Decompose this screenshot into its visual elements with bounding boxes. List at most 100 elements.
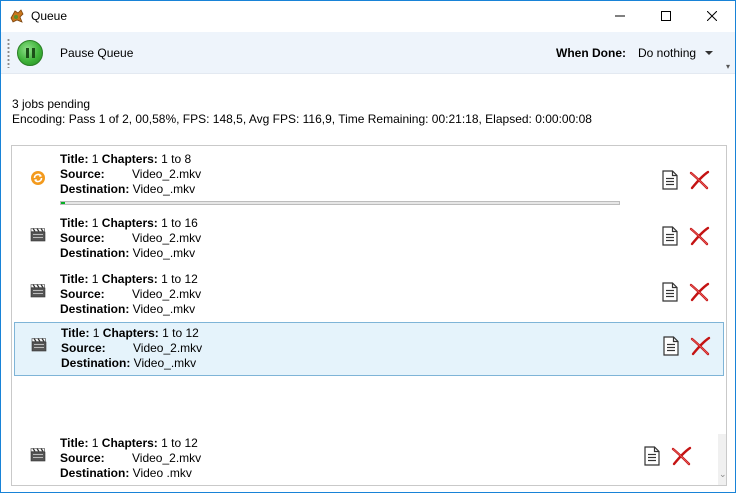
destination-label: Destination: <box>60 246 130 260</box>
toolbar-overflow-icon[interactable]: ▾ <box>726 63 730 71</box>
job-destination-line: Destination: Video_.mkv <box>60 246 195 260</box>
destination-value: Video_.mkv <box>130 356 197 370</box>
edit-job-document-icon[interactable] <box>662 282 678 302</box>
job-title-line: Title: 1 Chapters: 1 to 12 <box>61 326 199 340</box>
chapters-label: Chapters: <box>101 272 158 286</box>
when-done-label: When Done: <box>556 46 626 60</box>
destination-value: Video_.mkv <box>129 182 196 196</box>
title-value: 1 <box>89 326 103 340</box>
list-item[interactable]: Title: 1 Chapters: 1 to 12 Source: Video_2… <box>14 268 724 320</box>
chevron-down-icon[interactable] <box>705 51 713 55</box>
list-item[interactable]: Title: 1 Chapters: 1 to 12 Source: Video_2… <box>14 322 724 376</box>
job-title-line: Title: 1 Chapters: 1 to 16 <box>60 216 198 230</box>
close-button[interactable] <box>689 1 735 31</box>
clapperboard-icon <box>30 448 46 462</box>
source-label: Source: <box>60 231 105 245</box>
job-source-line: Source: Video_2.mkv <box>60 451 201 465</box>
edit-job-document-icon[interactable] <box>663 336 679 356</box>
job-destination-line: Destination: Video_.mkv <box>60 302 195 316</box>
source-label: Source: <box>61 341 106 355</box>
chapters-label: Chapters: <box>101 152 158 166</box>
source-label: Source: <box>60 451 105 465</box>
pause-icon <box>25 48 29 58</box>
job-source-line: Source: Video_2.mkv <box>60 167 201 181</box>
edit-job-document-icon[interactable] <box>662 226 678 246</box>
minimize-button[interactable] <box>597 1 643 31</box>
title-value: 1 <box>88 436 102 450</box>
encoding-progress-bar <box>60 201 620 205</box>
edit-job-document-icon[interactable] <box>644 446 660 466</box>
title-value: 1 <box>88 216 102 230</box>
progress-fill <box>61 202 66 204</box>
job-title-line: Title: 1 Chapters: 1 to 12 <box>60 272 198 286</box>
destination-label: Destination: <box>60 182 130 196</box>
pause-icon-bar <box>31 48 35 58</box>
job-destination-line: Destination: Video_.mkv <box>61 356 196 370</box>
toolbar: Pause Queue When Done: Do nothing ▾ <box>1 32 735 74</box>
window-title: Queue <box>31 9 68 23</box>
title-label: Title: <box>60 216 89 230</box>
title-label: Title: <box>61 326 90 340</box>
title-label: Title: <box>60 272 89 286</box>
toolbar-grip[interactable] <box>7 38 10 68</box>
maximize-icon <box>661 11 671 21</box>
title-label: Title: <box>60 152 89 166</box>
chapters-value: 1 to 16 <box>157 216 198 230</box>
chapters-value: 1 to 12 <box>158 326 199 340</box>
list-item[interactable]: Title: 1 Chapters: 1 to 8 Source: Video_2.… <box>14 148 724 210</box>
title-bar: Queue <box>1 1 735 31</box>
source-value: Video_2.mkv <box>132 231 202 245</box>
title-label: Title: <box>60 436 89 450</box>
refresh-icon <box>31 171 45 185</box>
clapperboard-icon <box>31 338 47 352</box>
scroll-down-icon[interactable]: ⌄ <box>719 469 726 480</box>
source-value: Video_2.mkv <box>133 341 203 355</box>
minimize-icon <box>615 15 625 17</box>
destination-label: Destination: <box>61 356 131 370</box>
delete-job-red-x-icon[interactable] <box>670 446 692 466</box>
source-value: Video_2.mkv <box>132 167 202 181</box>
clapperboard-icon <box>30 284 46 298</box>
delete-job-red-x-icon[interactable] <box>688 226 710 246</box>
queue-window: Queue Pause Queue When Done: Do nothing … <box>0 0 736 493</box>
handbrake-app-icon <box>10 9 24 23</box>
title-value: 1 <box>88 152 102 166</box>
destination-label: Destination: <box>60 466 130 480</box>
job-source-line: Source: Video_2.mkv <box>61 341 202 355</box>
chapters-label: Chapters: <box>101 436 158 450</box>
delete-job-red-x-icon[interactable] <box>688 170 710 190</box>
destination-value: Video_.mkv <box>129 246 196 260</box>
job-title-line: Title: 1 Chapters: 1 to 12 <box>60 436 198 450</box>
queue-list[interactable]: Title: 1 Chapters: 1 to 8 Source: Video_2.… <box>11 145 727 486</box>
delete-job-red-x-icon[interactable] <box>689 336 711 356</box>
source-value: Video_2.mkv <box>132 451 202 465</box>
pause-queue-button[interactable] <box>17 40 43 66</box>
encoding-status-text: Encoding: Pass 1 of 2, 00,58%, FPS: 148,… <box>12 112 592 126</box>
chapters-value: 1 to 8 <box>157 152 192 166</box>
title-value: 1 <box>88 272 102 286</box>
destination-value: Video_.mkv <box>129 302 196 316</box>
source-label: Source: <box>60 287 105 301</box>
maximize-button[interactable] <box>643 1 689 31</box>
chapters-label: Chapters: <box>102 326 159 340</box>
list-item[interactable]: Title: 1 Chapters: 1 to 12 Source: Video_2… <box>14 432 724 484</box>
destination-value: Video .mkv <box>129 466 192 480</box>
close-icon <box>707 11 717 21</box>
pause-queue-label[interactable]: Pause Queue <box>60 46 133 60</box>
job-destination-line: Destination: Video .mkv <box>60 466 192 480</box>
job-title-line: Title: 1 Chapters: 1 to 8 <box>60 152 191 166</box>
when-done-dropdown[interactable]: Do nothing <box>638 46 696 60</box>
source-value: Video_2.mkv <box>132 287 202 301</box>
job-destination-line: Destination: Video_.mkv <box>60 182 195 196</box>
source-label: Source: <box>60 167 105 181</box>
destination-label: Destination: <box>60 302 130 316</box>
edit-job-document-icon[interactable] <box>662 170 678 190</box>
clapperboard-icon <box>30 228 46 242</box>
delete-job-red-x-icon[interactable] <box>688 282 710 302</box>
chapters-value: 1 to 12 <box>157 436 198 450</box>
job-source-line: Source: Video_2.mkv <box>60 287 201 301</box>
chapters-value: 1 to 12 <box>157 272 198 286</box>
jobs-pending-text: 3 jobs pending <box>12 97 91 111</box>
list-item[interactable]: Title: 1 Chapters: 1 to 16 Source: Video_2… <box>14 212 724 264</box>
chapters-label: Chapters: <box>101 216 158 230</box>
